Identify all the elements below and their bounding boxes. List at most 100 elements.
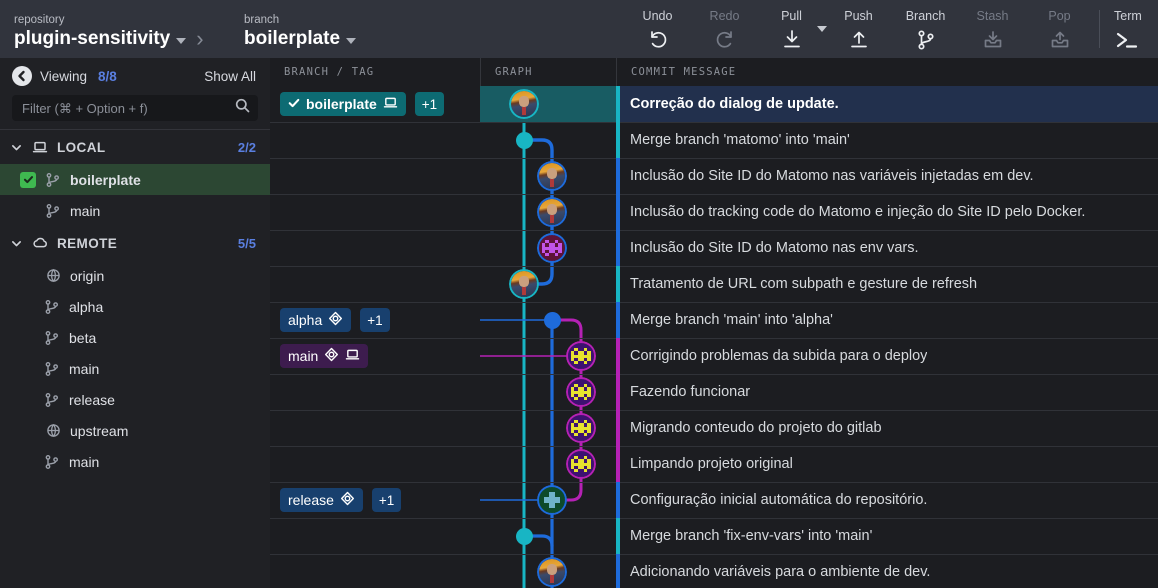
repository-name: plugin-sensitivity <box>14 28 171 49</box>
avatar-ring <box>537 485 567 515</box>
sidebar-section-remote[interactable]: REMOTE 5/5 <box>0 226 270 260</box>
branch-chip-release[interactable]: release <box>280 488 363 512</box>
remote-target-icon <box>324 347 339 365</box>
commit-node-merge-dot[interactable] <box>515 527 533 545</box>
branch-icon <box>42 454 62 470</box>
terminal-icon <box>1114 27 1138 53</box>
avatar-ring <box>509 269 539 299</box>
commit-node-avatar[interactable] <box>537 161 567 191</box>
sidebar-item-boilerplate[interactable]: boilerplate <box>0 164 270 195</box>
commit-node-avatar[interactable] <box>537 485 567 515</box>
branch-chip-main[interactable]: main <box>280 344 369 368</box>
commit-message-text: Tratamento de URL com subpath e gesture … <box>630 276 978 292</box>
commit-node-merge-dot[interactable] <box>543 311 561 329</box>
graph-cell <box>480 122 616 158</box>
sidebar-item-label: alpha <box>69 298 104 315</box>
commit-row[interactable]: boilerplate +1 Correção do dialog de updat… <box>270 86 1158 122</box>
commit-node-avatar[interactable] <box>537 557 567 587</box>
chevron-right-icon: › <box>196 26 204 51</box>
branch-tag-cell: release +1 <box>270 482 480 518</box>
commit-node-avatar[interactable] <box>537 197 567 227</box>
commit-row[interactable]: Merge branch 'matomo' into 'main' <box>270 122 1158 158</box>
pop-label: Pop <box>1048 9 1071 23</box>
extra-refs-badge[interactable]: +1 <box>360 308 390 332</box>
chevron-down-icon[interactable] <box>176 37 187 44</box>
sidebar-item-origin[interactable]: origin <box>0 260 270 291</box>
commit-row[interactable]: alpha +1 Merge branch 'main' into 'alpha' <box>270 302 1158 338</box>
pop-button[interactable]: Pop <box>1026 0 1093 58</box>
branch-name: boilerplate <box>244 28 341 49</box>
sidebar-item-main[interactable]: main <box>0 195 270 226</box>
checkbox-checked-icon[interactable] <box>20 171 36 188</box>
avatar-ring <box>566 449 596 479</box>
undo-button[interactable]: Undo <box>624 0 691 58</box>
sidebar: Viewing 8/8 Show All LOCAL 2/2 boilerplate… <box>0 58 270 588</box>
commit-message-text: Fazendo funcionar <box>630 384 751 400</box>
stash-label: Stash <box>976 9 1009 23</box>
sidebar-item-alpha[interactable]: alpha <box>0 291 270 322</box>
commit-row[interactable]: Inclusão do Site ID do Matomo nas env va… <box>270 230 1158 266</box>
stash-button[interactable]: Stash <box>959 0 1026 58</box>
branch-chip-alpha[interactable]: alpha <box>280 308 352 332</box>
commit-node-merge-dot[interactable] <box>515 131 533 149</box>
push-button[interactable]: Push <box>825 0 892 58</box>
toolbar-actions: Undo Redo Pull Push Branch Stash Pop Ter… <box>410 0 1158 58</box>
back-arrow-icon[interactable] <box>12 66 32 86</box>
commit-row[interactable]: release +1 Configuração inicial automática… <box>270 482 1158 518</box>
terminal-button[interactable]: Term <box>1104 0 1158 58</box>
branch-icon <box>915 27 937 53</box>
commit-message-text: Merge branch 'fix-env-vars' into 'main' <box>630 528 873 544</box>
sidebar-item-upstream[interactable]: upstream <box>0 415 270 446</box>
chevron-down-icon[interactable] <box>346 37 357 44</box>
commit-node-avatar[interactable] <box>566 341 596 371</box>
chevron-down-icon[interactable] <box>10 237 23 250</box>
sidebar-item-main[interactable]: main <box>0 446 270 477</box>
show-all-button[interactable]: Show All <box>204 69 256 84</box>
sidebar-item-main[interactable]: main <box>0 353 270 384</box>
commit-row[interactable]: Fazendo funcionar <box>270 374 1158 410</box>
commit-row[interactable]: Migrando conteudo do projeto do gitlab <box>270 410 1158 446</box>
sidebar-item-release[interactable]: release <box>0 384 270 415</box>
sidebar-item-label: main <box>69 453 100 470</box>
branch-tag-cell: boilerplate +1 <box>270 86 480 122</box>
commit-row[interactable]: Inclusão do Site ID do Matomo nas variáv… <box>270 158 1158 194</box>
branch-chip-boilerplate[interactable]: boilerplate <box>280 92 406 116</box>
commit-message-text: Inclusão do Site ID do Matomo nas variáv… <box>630 168 1034 184</box>
commit-row[interactable]: main Corrigindo problemas da subida para … <box>270 338 1158 374</box>
commit-node-avatar[interactable] <box>509 269 539 299</box>
pull-button[interactable]: Pull <box>758 0 827 58</box>
commit-row[interactable]: Tratamento de URL com subpath e gesture … <box>270 266 1158 302</box>
branch-selector[interactable]: branch boilerplate <box>230 0 410 58</box>
commit-row[interactable]: Inclusão do tracking code do Matomo e in… <box>270 194 1158 230</box>
filter-box[interactable] <box>12 95 258 121</box>
branch-tag-cell <box>270 158 480 194</box>
terminal-label: Term <box>1114 9 1142 23</box>
redo-button[interactable]: Redo <box>691 0 758 58</box>
commit-message-cell: Corrigindo problemas da subida para o de… <box>616 338 1158 374</box>
main-body: Viewing 8/8 Show All LOCAL 2/2 boilerplate… <box>0 58 1158 588</box>
commit-row[interactable]: Limpando projeto original <box>270 446 1158 482</box>
commit-message-text: Merge branch 'matomo' into 'main' <box>630 132 850 148</box>
commit-node-avatar[interactable] <box>566 377 596 407</box>
search-input[interactable] <box>22 100 235 116</box>
sidebar-item-beta[interactable]: beta <box>0 322 270 353</box>
filter-container <box>0 94 270 129</box>
extra-refs-badge[interactable]: +1 <box>371 488 402 512</box>
extra-refs-badge[interactable]: +1 <box>414 92 445 116</box>
repository-selector[interactable]: repository plugin-sensitivity › <box>0 0 230 58</box>
commit-node-avatar[interactable] <box>566 413 596 443</box>
commit-node-avatar[interactable] <box>566 449 596 479</box>
commit-node-avatar[interactable] <box>509 89 539 119</box>
avatar-ring <box>537 557 567 587</box>
branch-tag-cell <box>270 266 480 302</box>
search-icon[interactable] <box>235 98 250 118</box>
pull-label: Pull <box>781 9 802 23</box>
commit-row[interactable]: Merge branch 'fix-env-vars' into 'main' <box>270 518 1158 554</box>
branch-button[interactable]: Branch <box>892 0 959 58</box>
commit-row[interactable]: Adicionando variáveis para o ambiente de… <box>270 554 1158 588</box>
chevron-down-icon[interactable] <box>10 141 23 154</box>
commit-node-avatar[interactable] <box>537 233 567 263</box>
branch-icon <box>42 361 62 377</box>
sidebar-section-local[interactable]: LOCAL 2/2 <box>0 130 270 164</box>
toolbar-divider <box>1099 10 1100 48</box>
